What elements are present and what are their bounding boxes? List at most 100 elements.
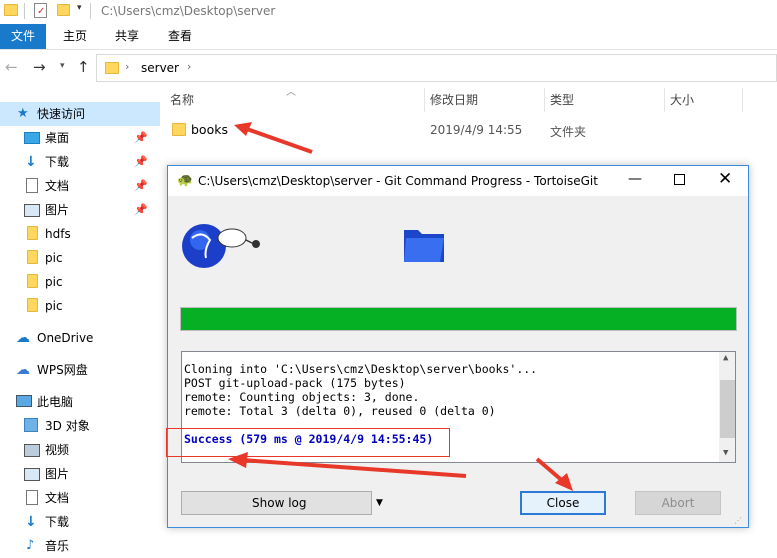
log-line: Cloning into 'C:\Users\cmz\Desktop\serve… [184,362,538,376]
desktop-icon [24,132,40,144]
nav-label: 下载 [45,155,70,169]
log-line: remote: Total 3 (delta 0), reused 0 (del… [184,404,496,418]
divider [90,3,91,19]
divider [424,88,425,112]
nav-label: 图片 [45,203,70,217]
annotation-arrow [228,452,467,478]
show-log-button[interactable]: Show log ▼ [181,491,383,515]
back-icon[interactable]: ← [5,58,18,76]
cloud-icon: ☁ [16,330,30,346]
divider [544,88,545,112]
nav-item-hdfs[interactable]: hdfs [0,222,160,246]
nav-label: 文档 [45,179,70,193]
window-title: C:\Users\cmz\Desktop\server [101,4,276,18]
nav-label: pic [45,275,63,289]
nav-item-pic[interactable]: pic [0,270,160,294]
column-modified[interactable]: 修改日期 [430,90,478,110]
scroll-thumb[interactable] [720,380,735,438]
nav-item-documents[interactable]: 文档 📌 [0,174,160,198]
dialog-title-bar: 🐢 C:\Users\cmz\Desktop\server - Git Comm… [168,166,748,196]
column-type[interactable]: 类型 [550,90,574,110]
divider [371,492,372,514]
nav-item-videos[interactable]: 视频 [0,438,160,462]
nav-label: 3D 对象 [45,419,90,433]
column-size[interactable]: 大小 [670,90,694,110]
nav-item-downloads-pc[interactable]: ↓ 下载 [0,510,160,534]
address-field[interactable]: › server › [96,54,777,82]
pin-icon: 📌 [134,179,148,192]
tab-home[interactable]: 主页 [52,24,98,49]
nav-item-pictures-pc[interactable]: 图片 [0,462,160,486]
maximize-icon[interactable] [674,174,685,185]
minimize-icon[interactable]: — [628,171,642,187]
scroll-down-icon[interactable]: ▼ [723,448,728,458]
folder-icon [27,226,38,240]
resize-grip-icon[interactable]: ⋰ [734,516,742,525]
nav-item-pic[interactable]: pic [0,246,160,270]
nav-label: 快速访问 [37,107,86,121]
folder-icon [27,298,38,312]
abort-button[interactable]: Abort [635,491,721,515]
pictures-icon [24,204,40,217]
customize-quick-access-icon[interactable]: ▾ [77,3,82,13]
computer-icon [16,395,32,407]
dialog-title: C:\Users\cmz\Desktop\server - Git Comman… [198,174,598,188]
divider [664,88,665,112]
nav-onedrive[interactable]: ☁ OneDrive [0,326,160,350]
nav-item-3d[interactable]: 3D 对象 [0,414,160,438]
explorer-title-bar: ✓ ▾ C:\Users\cmz\Desktop\server [0,0,777,24]
nav-item-documents-pc[interactable]: 文档 [0,486,160,510]
divider [24,3,25,19]
pin-icon: 📌 [134,155,148,168]
scroll-up-icon[interactable]: ▲ [723,353,728,363]
nav-item-pictures[interactable]: 图片 📌 [0,198,160,222]
cloud-icon: ☁ [16,362,30,378]
file-name: books [191,122,228,137]
folder-icon [404,230,444,262]
chevron-right-icon[interactable]: › [187,60,191,73]
nav-label: pic [45,299,63,313]
pin-icon: 📌 [134,203,148,216]
nav-label: 视频 [45,443,70,457]
breadcrumb-server[interactable]: server [141,61,179,75]
ribbon-tabs: 文件 主页 共享 查看 [0,24,777,50]
progress-bar [180,307,737,331]
music-icon: ♪ [26,538,35,553]
nav-label: hdfs [45,227,71,241]
log-line: remote: Counting objects: 3, done. [184,390,420,404]
new-folder-icon[interactable] [57,4,70,16]
folder-icon [27,250,38,264]
tab-view[interactable]: 查看 [157,24,203,49]
star-icon: ★ [17,106,29,121]
pin-icon: 📌 [134,131,148,144]
navigation-bar: ← → ▾ ↑ › server › [0,54,777,82]
nav-wps[interactable]: ☁ WPS网盘 [0,358,160,382]
up-icon[interactable]: ↑ [77,58,90,76]
sort-up-icon: ︿ [286,87,296,98]
nav-item-desktop[interactable]: 桌面 📌 [0,126,160,150]
video-icon [24,444,40,457]
column-name[interactable]: 名称 [170,90,194,110]
folder-icon [105,62,119,74]
chevron-right-icon[interactable]: › [125,60,129,73]
3d-objects-icon [24,418,38,432]
nav-quick-access[interactable]: ★ 快速访问 [0,102,160,126]
recent-locations-icon[interactable]: ▾ [60,61,65,71]
nav-item-pic[interactable]: pic [0,294,160,318]
forward-icon[interactable]: → [33,58,46,76]
annotation-arrow [535,457,573,491]
tab-share[interactable]: 共享 [104,24,150,49]
log-scrollbar[interactable]: ▲ ▼ [719,352,735,462]
nav-this-pc[interactable]: 此电脑 [0,390,160,414]
nav-item-downloads[interactable]: ↓ 下载 📌 [0,150,160,174]
file-modified: 2019/4/9 14:55 [430,123,523,137]
chevron-down-icon[interactable]: ▼ [376,492,383,514]
tab-file[interactable]: 文件 [0,24,46,49]
close-icon[interactable]: ✕ [718,169,732,189]
nav-item-music[interactable]: ♪ 音乐 [0,534,160,558]
properties-icon[interactable]: ✓ [34,3,47,18]
file-type: 文件夹 [550,125,587,139]
nav-label: 桌面 [45,131,70,145]
navigation-pane: ★ 快速访问 桌面 📌 ↓ 下载 📌 文档 📌 图片 📌 hdfs pic pi… [0,96,160,553]
progress-fill [181,308,736,330]
